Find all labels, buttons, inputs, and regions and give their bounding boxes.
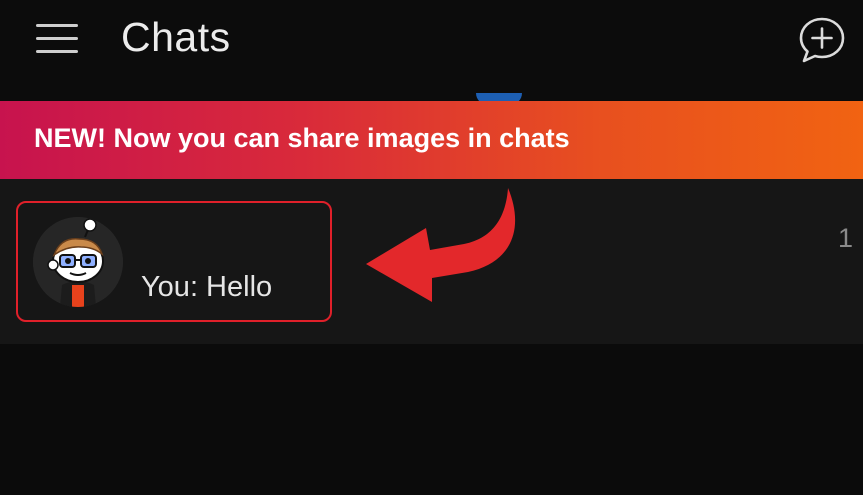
- chat-list: You: Hello 1: [0, 179, 863, 344]
- hamburger-menu-icon[interactable]: [36, 20, 82, 58]
- page-title: Chats: [121, 14, 231, 60]
- announcement-banner[interactable]: NEW! Now you can share images in chats: [0, 101, 863, 179]
- chat-preview-text: You: Hello: [141, 271, 273, 303]
- new-chat-plus-icon[interactable]: [796, 14, 848, 66]
- chats-screen: Chats NEW! Now you can share images in c…: [0, 0, 863, 495]
- chat-list-item[interactable]: You: Hello 1: [0, 179, 863, 344]
- snoo-avatar-icon: [33, 217, 123, 307]
- chat-count: 1: [838, 223, 854, 253]
- banner-text: NEW! Now you can share images in chats: [34, 123, 570, 153]
- app-header: Chats: [0, 0, 863, 100]
